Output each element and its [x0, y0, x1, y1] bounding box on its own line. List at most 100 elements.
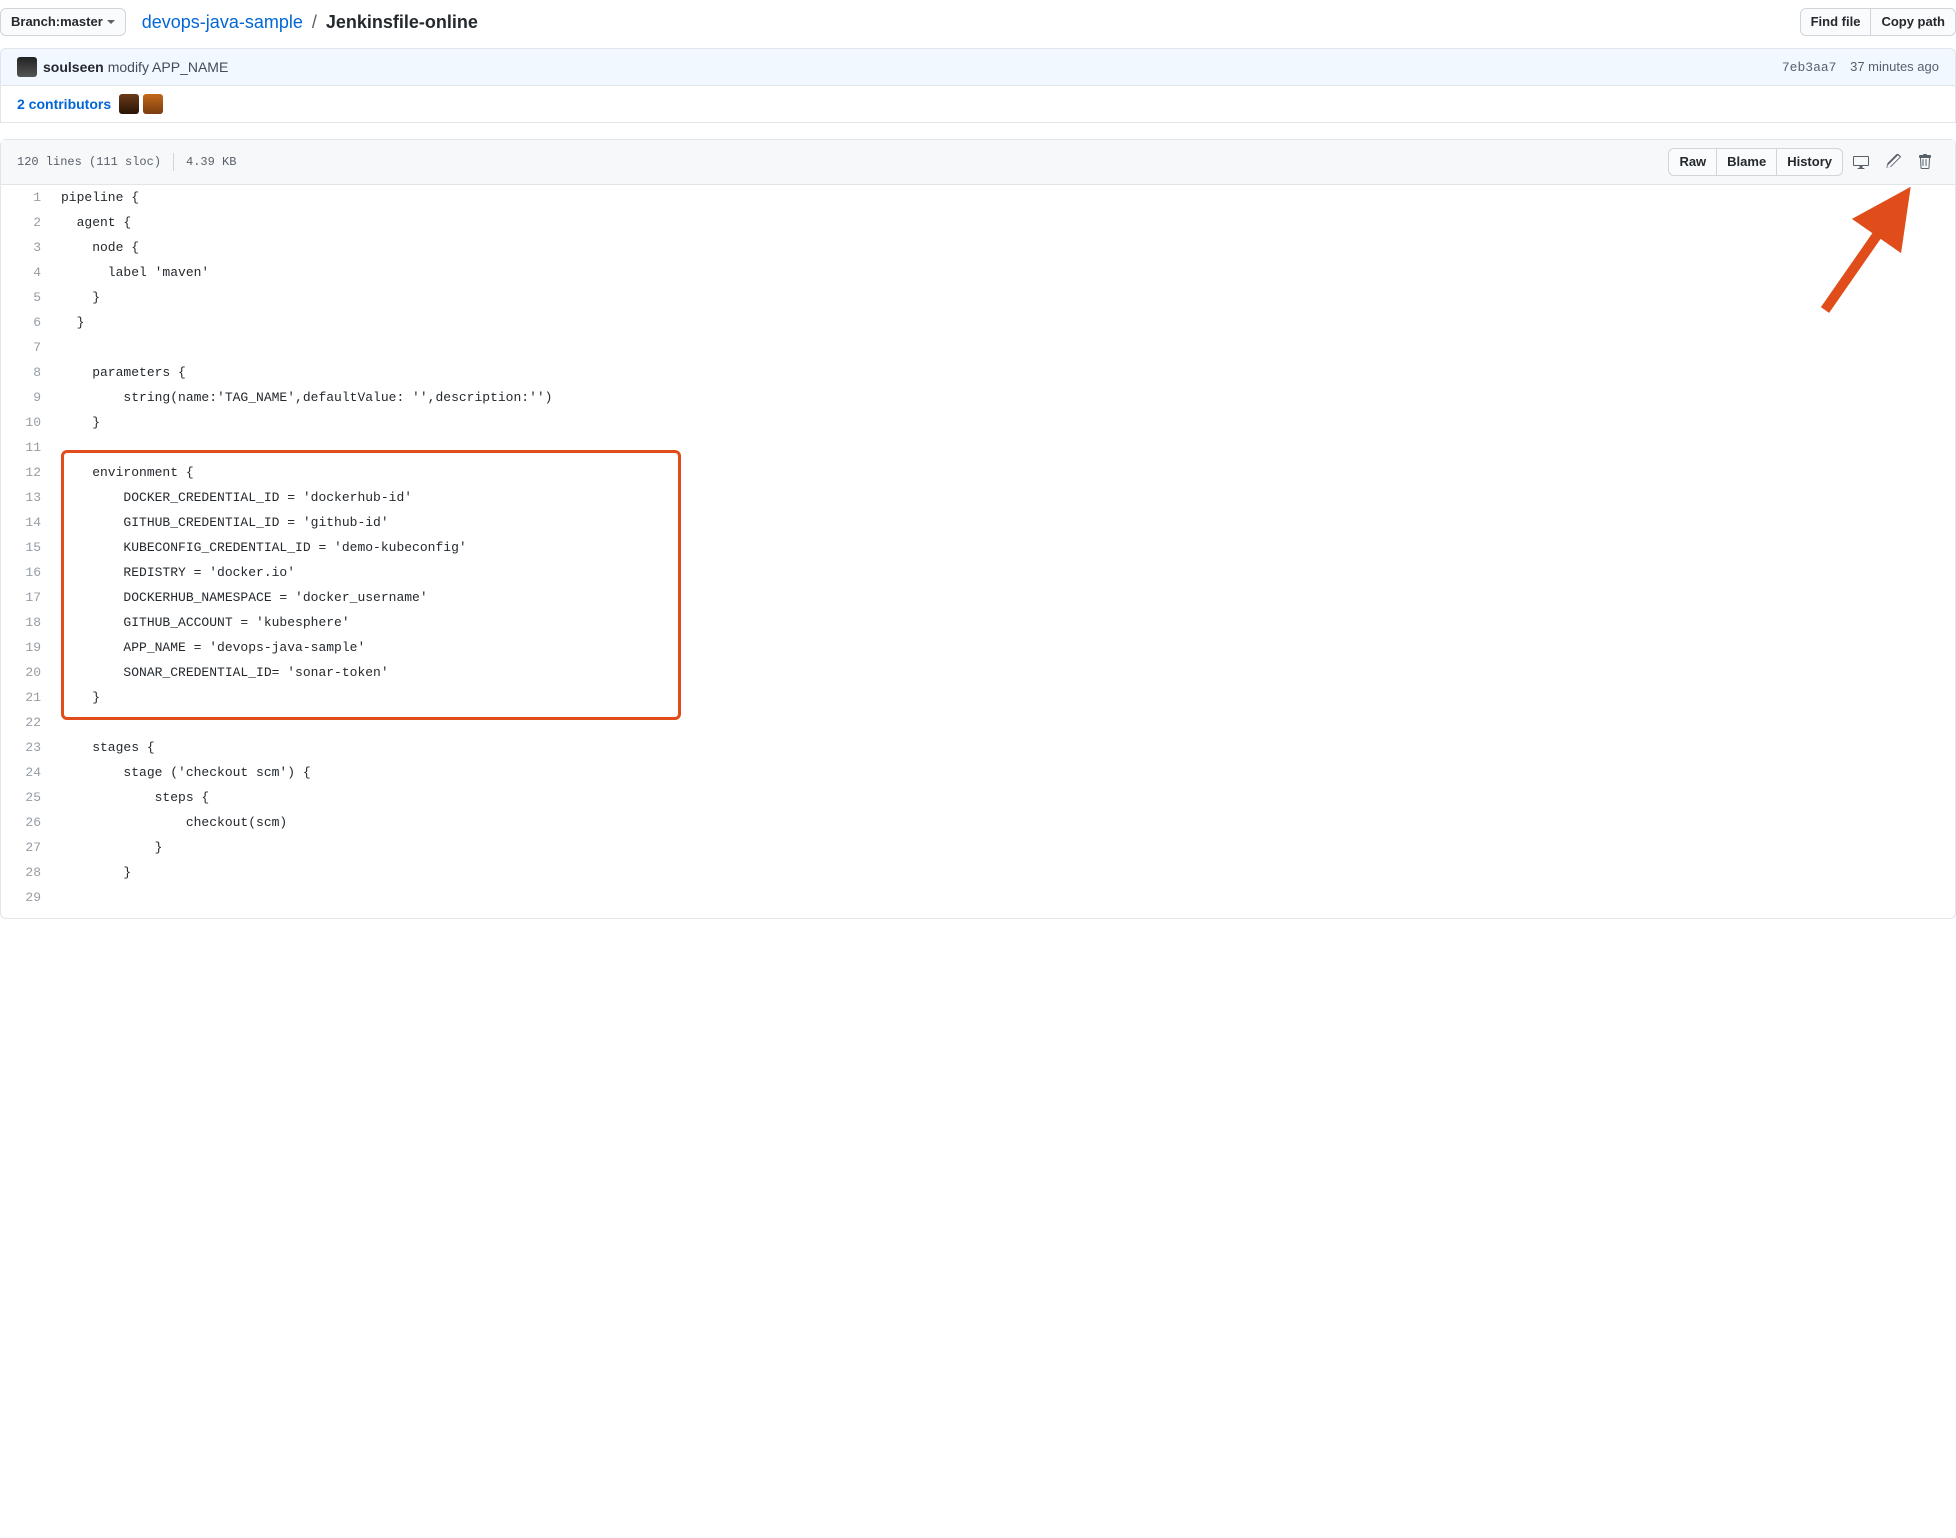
commit-sha[interactable]: 7eb3aa7: [1782, 60, 1837, 75]
line-number[interactable]: 12: [1, 460, 51, 485]
code-row: 15 KUBECONFIG_CREDENTIAL_ID = 'demo-kube…: [1, 535, 1955, 560]
code-row: 7: [1, 335, 1955, 360]
blame-button[interactable]: Blame: [1717, 148, 1777, 176]
commit-message[interactable]: modify APP_NAME: [108, 59, 229, 75]
code-row: 11: [1, 435, 1955, 460]
code-content: pipeline {: [51, 185, 1955, 210]
file-lines-info: 120 lines (111 sloc): [17, 155, 161, 169]
code-row: 27 }: [1, 835, 1955, 860]
code-content: KUBECONFIG_CREDENTIAL_ID = 'demo-kubecon…: [51, 535, 1955, 560]
line-number[interactable]: 29: [1, 885, 51, 910]
code-row: 25 steps {: [1, 785, 1955, 810]
edit-icon[interactable]: [1879, 150, 1907, 174]
line-number[interactable]: 27: [1, 835, 51, 860]
code-row: 12 environment {: [1, 460, 1955, 485]
code-row: 29: [1, 885, 1955, 910]
author-avatar: [17, 57, 37, 77]
code-row: 16 REDISTRY = 'docker.io': [1, 560, 1955, 585]
code-table: 1pipeline {2 agent {3 node {4 label 'mav…: [1, 185, 1955, 910]
code-row: 20 SONAR_CREDENTIAL_ID= 'sonar-token': [1, 660, 1955, 685]
copy-path-button[interactable]: Copy path: [1871, 8, 1956, 36]
line-number[interactable]: 10: [1, 410, 51, 435]
history-button[interactable]: History: [1777, 148, 1843, 176]
code-row: 22: [1, 710, 1955, 735]
file-info-divider: [173, 153, 174, 171]
breadcrumb-repo-link[interactable]: devops-java-sample: [142, 12, 303, 32]
code-content: }: [51, 410, 1955, 435]
code-row: 2 agent {: [1, 210, 1955, 235]
breadcrumb-separator: /: [312, 12, 317, 32]
code-content: stage ('checkout scm') {: [51, 760, 1955, 785]
desktop-icon[interactable]: [1847, 150, 1875, 174]
line-number[interactable]: 1: [1, 185, 51, 210]
code-row: 1pipeline {: [1, 185, 1955, 210]
contributors-row: 2 contributors: [0, 86, 1956, 123]
line-number[interactable]: 3: [1, 235, 51, 260]
code-content: GITHUB_CREDENTIAL_ID = 'github-id': [51, 510, 1955, 535]
code-content: [51, 335, 1955, 360]
line-number[interactable]: 28: [1, 860, 51, 885]
code-row: 6 }: [1, 310, 1955, 335]
code-row: 17 DOCKERHUB_NAMESPACE = 'docker_usernam…: [1, 585, 1955, 610]
code-area: 1pipeline {2 agent {3 node {4 label 'mav…: [1, 185, 1955, 918]
code-row: 10 }: [1, 410, 1955, 435]
find-file-button[interactable]: Find file: [1800, 8, 1872, 36]
contributor-avatar-1[interactable]: [119, 94, 139, 114]
line-number[interactable]: 17: [1, 585, 51, 610]
line-number[interactable]: 14: [1, 510, 51, 535]
code-row: 24 stage ('checkout scm') {: [1, 760, 1955, 785]
code-content: [51, 710, 1955, 735]
code-content: DOCKERHUB_NAMESPACE = 'docker_username': [51, 585, 1955, 610]
code-row: 19 APP_NAME = 'devops-java-sample': [1, 635, 1955, 660]
branch-selector-button[interactable]: Branch: master: [0, 8, 126, 36]
line-number[interactable]: 15: [1, 535, 51, 560]
code-content: }: [51, 285, 1955, 310]
code-content: REDISTRY = 'docker.io': [51, 560, 1955, 585]
raw-button[interactable]: Raw: [1668, 148, 1717, 176]
code-content: }: [51, 310, 1955, 335]
line-number[interactable]: 6: [1, 310, 51, 335]
delete-icon[interactable]: [1911, 150, 1939, 174]
line-number[interactable]: 9: [1, 385, 51, 410]
code-row: 3 node {: [1, 235, 1955, 260]
line-number[interactable]: 7: [1, 335, 51, 360]
caret-down-icon: [107, 20, 115, 24]
code-content: stages {: [51, 735, 1955, 760]
code-row: 4 label 'maven': [1, 260, 1955, 285]
code-content: APP_NAME = 'devops-java-sample': [51, 635, 1955, 660]
code-row: 9 string(name:'TAG_NAME',defaultValue: '…: [1, 385, 1955, 410]
line-number[interactable]: 20: [1, 660, 51, 685]
contributor-avatar-2[interactable]: [143, 94, 163, 114]
commit-time: 37 minutes ago: [1850, 59, 1939, 74]
line-number[interactable]: 18: [1, 610, 51, 635]
line-number[interactable]: 24: [1, 760, 51, 785]
line-number[interactable]: 22: [1, 710, 51, 735]
commit-author[interactable]: soulseen: [43, 59, 104, 75]
line-number[interactable]: 19: [1, 635, 51, 660]
line-number[interactable]: 11: [1, 435, 51, 460]
line-number[interactable]: 21: [1, 685, 51, 710]
line-number[interactable]: 2: [1, 210, 51, 235]
line-number[interactable]: 23: [1, 735, 51, 760]
breadcrumb-file: Jenkinsfile-online: [326, 12, 478, 32]
code-row: 28 }: [1, 860, 1955, 885]
line-number[interactable]: 13: [1, 485, 51, 510]
code-content: parameters {: [51, 360, 1955, 385]
line-number[interactable]: 8: [1, 360, 51, 385]
code-content: string(name:'TAG_NAME',defaultValue: '',…: [51, 385, 1955, 410]
line-number[interactable]: 16: [1, 560, 51, 585]
line-number[interactable]: 5: [1, 285, 51, 310]
code-content: checkout(scm): [51, 810, 1955, 835]
code-content: agent {: [51, 210, 1955, 235]
code-content: }: [51, 860, 1955, 885]
line-number[interactable]: 26: [1, 810, 51, 835]
branch-label-prefix: Branch:: [11, 12, 60, 32]
contributors-link[interactable]: 2 contributors: [17, 96, 111, 112]
code-row: 21 }: [1, 685, 1955, 710]
line-number[interactable]: 25: [1, 785, 51, 810]
branch-name: master: [60, 12, 103, 32]
code-content: [51, 885, 1955, 910]
code-content: }: [51, 685, 1955, 710]
line-number[interactable]: 4: [1, 260, 51, 285]
code-row: 26 checkout(scm): [1, 810, 1955, 835]
